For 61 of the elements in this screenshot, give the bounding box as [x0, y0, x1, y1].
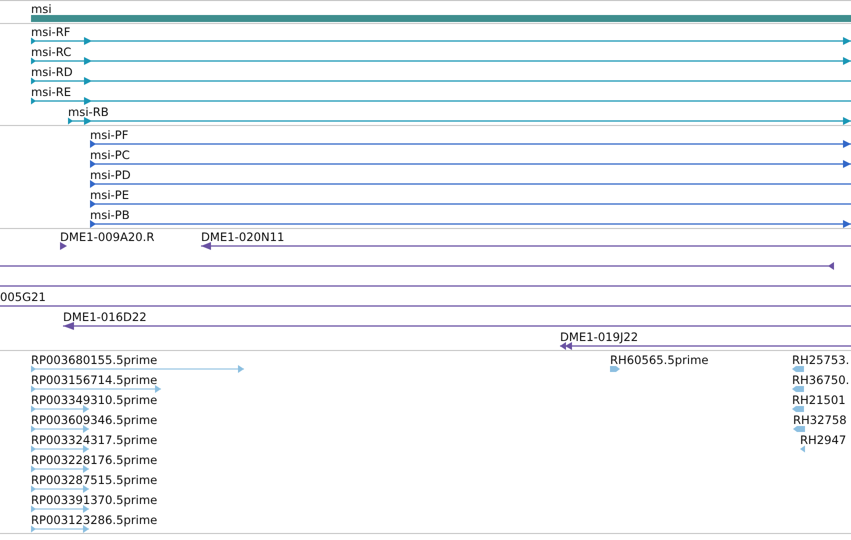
clone-line[interactable] [63, 322, 851, 330]
protein-line[interactable] [90, 160, 851, 168]
feature-label: RH36750. [792, 373, 850, 387]
est-line[interactable] [792, 405, 804, 413]
protein-line[interactable] [90, 220, 851, 228]
feature-label: RP003680155.5prime [31, 353, 158, 367]
est-line[interactable] [31, 365, 244, 373]
feature-label: msi-PD [90, 168, 131, 182]
est-line[interactable] [800, 445, 805, 453]
feature-label: DME1-019J22 [560, 330, 638, 344]
transcript-line[interactable] [31, 37, 851, 45]
feature-label: RP003324317.5prime [31, 433, 158, 447]
est-line[interactable] [31, 505, 89, 513]
feature-label: msi-RF [31, 25, 70, 39]
protein-line[interactable] [90, 180, 851, 188]
feature-label: 005G21 [0, 290, 46, 304]
est-line[interactable] [792, 385, 804, 393]
feature-label: RP003609346.5prime [31, 413, 158, 427]
feature-label: msi-RC [31, 45, 72, 59]
transcript-line[interactable] [31, 97, 851, 105]
feature-label: DME1-009A20.R [60, 230, 154, 244]
est-line[interactable] [31, 465, 89, 473]
est-line[interactable] [31, 425, 89, 433]
feature-label: DME1-016D22 [63, 310, 147, 324]
transcript-line[interactable] [68, 117, 851, 125]
feature-label: RP003228176.5prime [31, 453, 158, 467]
est-line[interactable] [31, 525, 89, 533]
clone-line[interactable] [560, 342, 851, 350]
est-line[interactable] [792, 365, 804, 373]
feature-label: RH32758 [793, 413, 847, 427]
feature-label: msi-PC [90, 148, 130, 162]
clone-line[interactable] [60, 242, 67, 250]
feature-label: RP003349310.5prime [31, 393, 158, 407]
protein-line[interactable] [90, 140, 851, 148]
feature-label: RH2947 [800, 433, 846, 447]
feature-label: msi-RB [68, 105, 109, 119]
feature-label: msi-PE [90, 188, 130, 202]
feature-label: RP003287515.5prime [31, 473, 158, 487]
feature-label: RP003391370.5prime [31, 493, 158, 507]
est-line[interactable] [610, 365, 620, 373]
clone-line[interactable] [0, 262, 834, 270]
feature-label: RP003123286.5prime [31, 513, 158, 527]
feature-label: RP003156714.5prime [31, 373, 158, 387]
transcript-line[interactable] [31, 77, 851, 85]
feature-label: msi [31, 2, 52, 16]
est-line[interactable] [31, 445, 89, 453]
feature-label: RH60565.5prime [610, 353, 708, 367]
feature-label: RH21501 [792, 393, 846, 407]
clone-line[interactable] [201, 242, 851, 250]
est-line[interactable] [793, 425, 805, 433]
feature-label: DME1-020N11 [201, 230, 284, 244]
feature-label: msi-PB [90, 208, 130, 222]
est-line[interactable] [31, 485, 89, 493]
feature-label: msi-PF [90, 128, 128, 142]
protein-line[interactable] [90, 200, 851, 208]
feature-label: msi-RD [31, 65, 73, 79]
transcript-line[interactable] [31, 57, 851, 65]
est-line[interactable] [31, 385, 161, 393]
feature-label: RH25753. [792, 353, 850, 367]
est-line[interactable] [31, 405, 89, 413]
feature-label: msi-RE [31, 85, 72, 99]
